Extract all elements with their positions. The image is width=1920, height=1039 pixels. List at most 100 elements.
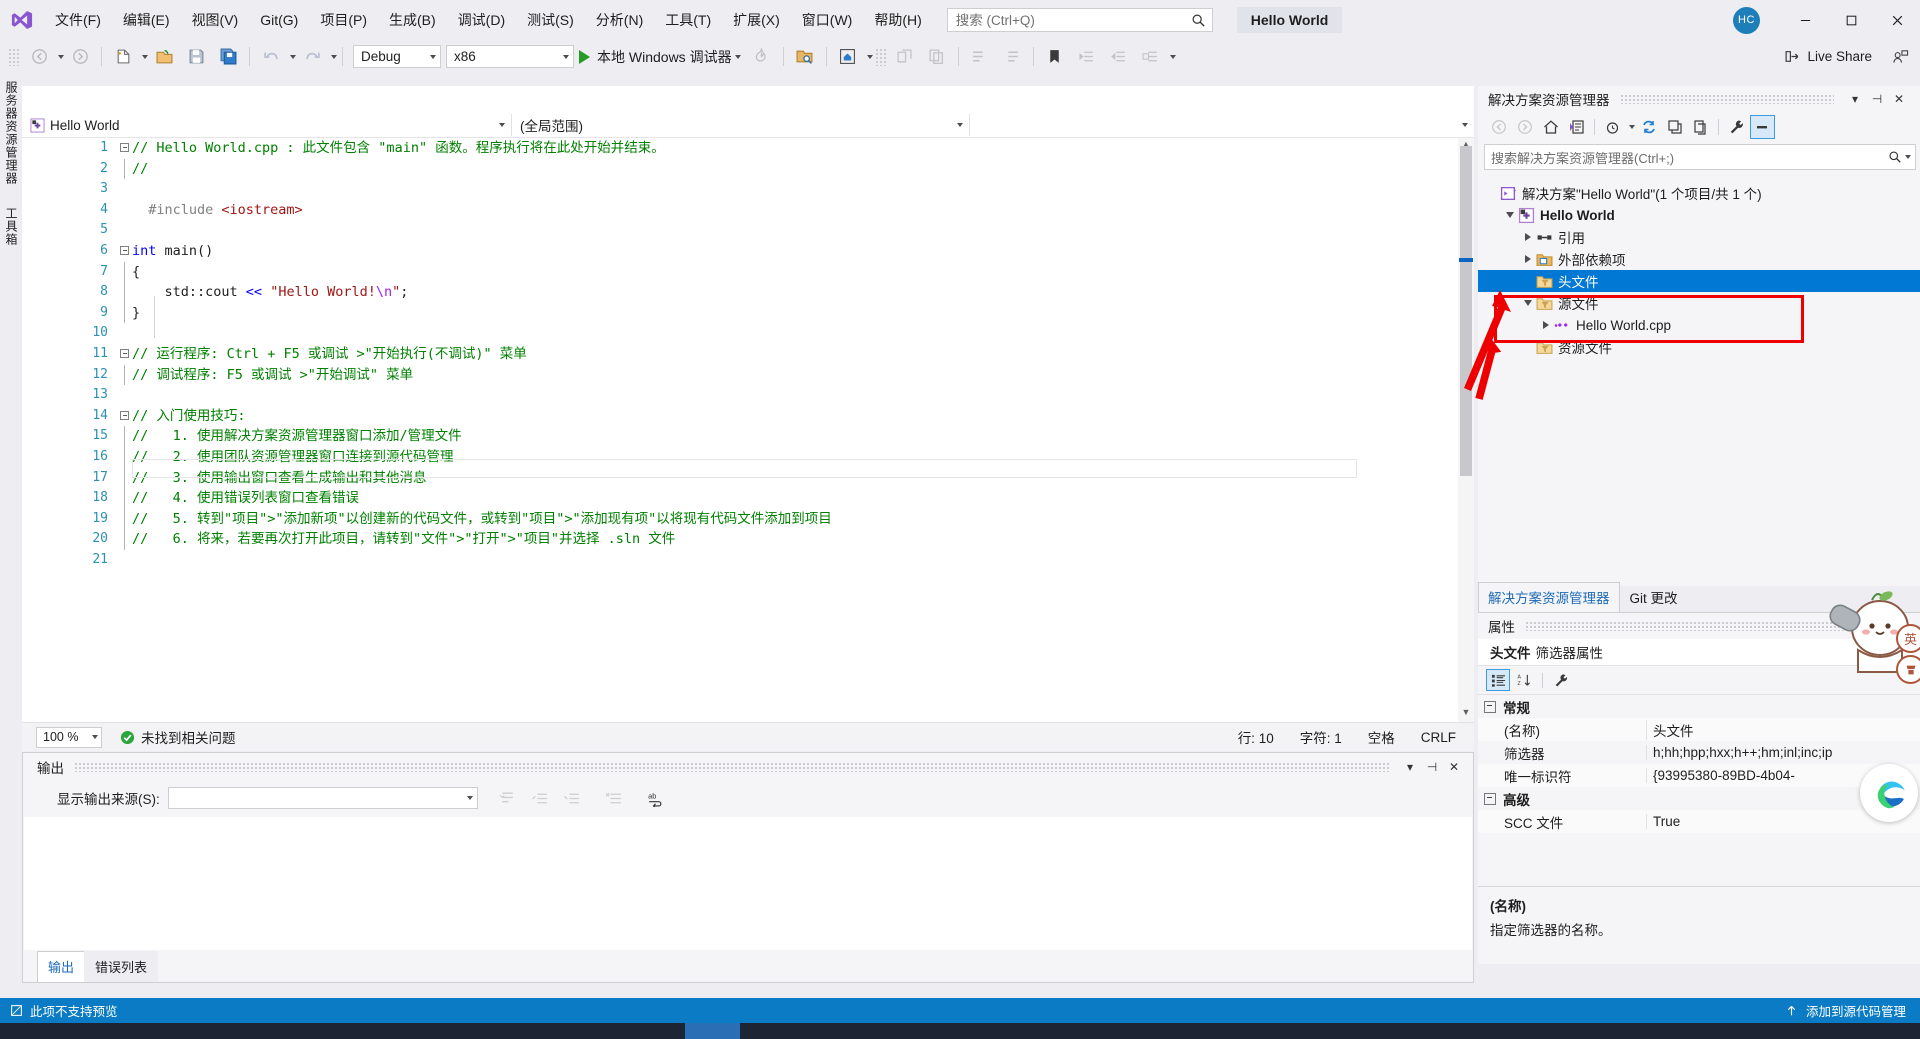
toolbar-grip-handle-2[interactable]	[874, 47, 887, 66]
indentation-indicator[interactable]: 空格	[1368, 727, 1395, 747]
property-value[interactable]: h;hh;hpp;hxx;h++;hm;inl;inc;ip	[1646, 745, 1920, 760]
home-dropdown-icon[interactable]	[866, 54, 873, 59]
solution-configuration-combo[interactable]: Debug	[353, 45, 441, 68]
window-minimize-button[interactable]	[1782, 0, 1828, 40]
properties-grid[interactable]: 常规 (名称) 头文件 筛选器 h;hh;hpp;hxx;h++;hm;inl;inc;…	[1478, 695, 1920, 833]
code-editor[interactable]: 1 // Hello World.cpp : 此文件包含 "main" 函数。程序…	[22, 138, 1474, 722]
solution-tree[interactable]: 解决方案"Hello World"(1 个项目/共 1 个) Hello Worl…	[1478, 176, 1920, 586]
menu-edit[interactable]: 编辑(E)	[112, 0, 181, 40]
output-dropdown-icon[interactable]: ▾	[1399, 760, 1421, 774]
se-switch-views-button[interactable]	[1564, 115, 1589, 139]
code-line[interactable]: 3	[22, 179, 1474, 200]
window-close-button[interactable]	[1874, 0, 1920, 40]
fold-toggle-icon[interactable]	[120, 143, 129, 152]
code-line[interactable]: 14 // 入门使用技巧:	[22, 406, 1474, 427]
menu-project[interactable]: 项目(P)	[309, 0, 378, 40]
solution-explorer-pin-icon[interactable]: ⊣	[1866, 92, 1888, 106]
global-search-box[interactable]	[946, 8, 1213, 32]
se-show-all-files-button[interactable]	[1688, 115, 1713, 139]
solution-explorer-dropdown-icon[interactable]: ▾	[1844, 92, 1866, 106]
code-line[interactable]: 9}	[22, 302, 1474, 324]
editor-zoom-combo[interactable]: 100 %	[36, 726, 102, 748]
solution-tree-item[interactable]: 解决方案"Hello World"(1 个项目/共 1 个)	[1478, 182, 1920, 204]
copy-window-button[interactable]	[921, 44, 953, 70]
comment-block-button[interactable]	[964, 44, 996, 70]
toolbar-grip-handle[interactable]	[8, 47, 20, 66]
navigate-forward-button[interactable]	[64, 44, 96, 70]
menu-window[interactable]: 窗口(W)	[791, 0, 864, 40]
fold-toggle-icon[interactable]	[120, 348, 129, 358]
se-preview-selected-button[interactable]	[1750, 115, 1775, 139]
tab-git-changes[interactable]: Git 更改	[1620, 582, 1688, 612]
line-ending-indicator[interactable]: CRLF	[1421, 730, 1456, 745]
server-explorer-tab[interactable]: 服务器资源管理器	[0, 73, 23, 193]
code-line[interactable]: 13	[22, 385, 1474, 406]
property-row[interactable]: 唯一标识符 {93995380-89BD-4b04-	[1478, 764, 1920, 787]
code-line[interactable]: 15 // 1. 使用解决方案资源管理器窗口添加/管理文件	[22, 426, 1474, 447]
solution-explorer-drag-dots[interactable]	[1619, 94, 1834, 104]
menu-view[interactable]: 视图(V)	[181, 0, 250, 40]
menu-tools[interactable]: 工具(T)	[654, 0, 722, 40]
se-forward-button[interactable]	[1512, 115, 1537, 139]
se-pending-changes-button[interactable]	[1600, 115, 1625, 139]
start-debugging-button[interactable]: 本地 Windows 调试器	[574, 44, 746, 70]
properties-alphabetical-button[interactable]: AZ	[1512, 669, 1536, 691]
scroll-down-arrow-icon[interactable]: ▼	[1460, 707, 1472, 721]
se-pending-dropdown-icon[interactable]	[1629, 125, 1635, 129]
code-line[interactable]: 4 #include <iostream>	[22, 200, 1474, 221]
menu-debug[interactable]: 调试(D)	[447, 0, 516, 40]
output-clear-all-button[interactable]	[598, 785, 630, 811]
expand-collapse-icon[interactable]	[1520, 255, 1536, 263]
home-button[interactable]	[832, 44, 864, 70]
fold-toggle-icon[interactable]	[120, 410, 129, 420]
solution-name-chip[interactable]: Hello World	[1236, 7, 1343, 33]
solution-tree-item[interactable]: 源文件	[1478, 292, 1920, 314]
properties-categorized-button[interactable]	[1486, 669, 1510, 691]
se-search-dropdown-icon[interactable]	[1905, 155, 1911, 159]
solution-tree-item[interactable]: 资源文件	[1478, 336, 1920, 358]
code-line[interactable]: 5	[22, 220, 1474, 241]
output-close-icon[interactable]: ✕	[1443, 760, 1473, 774]
toolbox-tab[interactable]: 工具箱	[0, 199, 23, 254]
tab-error-list[interactable]: 错误列表	[84, 951, 159, 982]
solution-tree-item[interactable]: Hello World.cpp	[1478, 314, 1920, 336]
output-toggle-wordwrap-button[interactable]: ab	[640, 785, 672, 811]
properties-pin-icon[interactable]: ⊣	[1888, 619, 1920, 633]
uncomment-block-button[interactable]	[996, 44, 1028, 70]
new-window-button[interactable]	[889, 44, 921, 70]
code-line[interactable]: 6 int main()	[22, 241, 1474, 262]
undo-button[interactable]	[255, 44, 287, 70]
code-line[interactable]: 20 // 6. 将来，若要再次打开此项目，请转到"文件">"打开">"项目"并选…	[22, 529, 1474, 550]
property-group-header[interactable]: 高级	[1478, 787, 1920, 810]
navigate-backward-button[interactable]	[23, 44, 55, 70]
expand-collapse-icon[interactable]	[1502, 212, 1518, 218]
menu-extensions[interactable]: 扩展(X)	[722, 0, 791, 40]
user-avatar[interactable]: HC	[1733, 6, 1760, 34]
solution-explorer-search[interactable]: 搜索解决方案资源管理器(Ctrl+;)	[1484, 144, 1916, 170]
menu-analyze[interactable]: 分析(N)	[585, 0, 654, 40]
expand-collapse-icon[interactable]	[1520, 233, 1536, 241]
code-line[interactable]: 11 // 运行程序: Ctrl + F5 或调试 >"开始执行(不调试)" 菜单	[22, 344, 1474, 365]
output-drag-dots[interactable]	[74, 762, 1389, 772]
taskbar-active-app[interactable]	[685, 1023, 740, 1039]
code-line[interactable]: 18 // 4. 使用错误列表窗口查看错误	[22, 488, 1474, 509]
solution-tree-item[interactable]: 引用	[1478, 226, 1920, 248]
outdent-button[interactable]	[1103, 44, 1135, 70]
search-solution-button[interactable]	[789, 44, 821, 70]
code-line[interactable]: 19 // 5. 转到"项目">"添加新项"以创建新的代码文件，或转到"项目">"…	[22, 508, 1474, 530]
output-prev-message-button[interactable]	[524, 785, 556, 811]
menu-build[interactable]: 生成(B)	[378, 0, 447, 40]
save-all-button[interactable]	[212, 44, 244, 70]
se-collapse-all-button[interactable]	[1662, 115, 1687, 139]
properties-property-pages-button[interactable]	[1549, 669, 1573, 691]
new-project-button[interactable]	[107, 44, 139, 70]
code-line[interactable]: 12 // 调试程序: F5 或调试 >"开始调试" 菜单	[22, 364, 1474, 386]
output-next-message-button[interactable]	[556, 785, 588, 811]
start-debugging-dropdown-icon[interactable]	[734, 54, 741, 59]
solution-explorer-close-icon[interactable]: ✕	[1888, 92, 1920, 106]
property-group-header[interactable]: 常规	[1478, 695, 1920, 718]
solution-tree-item[interactable]: 外部依赖项	[1478, 248, 1920, 270]
se-home-button[interactable]	[1538, 115, 1563, 139]
code-line[interactable]: 1 // Hello World.cpp : 此文件包含 "main" 函数。程序…	[22, 138, 1474, 159]
navbar-extra-combo[interactable]	[970, 114, 1474, 136]
